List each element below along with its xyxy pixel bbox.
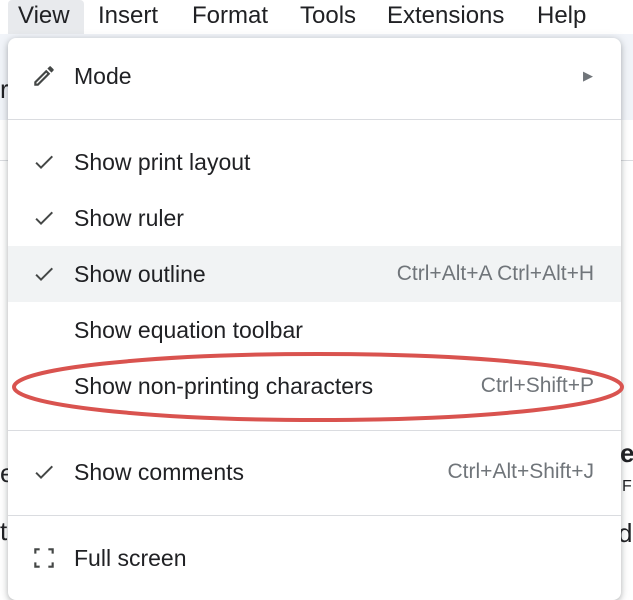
- shortcut-text: Ctrl+Shift+P: [480, 374, 594, 397]
- menubar-extensions[interactable]: Extensions: [377, 0, 514, 34]
- menu-item-label: Show non-printing characters: [74, 373, 374, 399]
- app-stage: r e t e F d View Insert Format Tools Ext…: [0, 0, 633, 600]
- check-icon: [30, 260, 58, 288]
- menu-item-mode[interactable]: Mode ▶: [8, 48, 621, 104]
- menu-separator: [8, 430, 621, 431]
- view-menu: Mode ▶ Show print layout Show ruler Show…: [8, 38, 621, 600]
- doc-fragment: e: [620, 438, 633, 468]
- menubar-format[interactable]: Format: [182, 0, 278, 34]
- menu-item-label: Show equation toolbar: [74, 317, 303, 343]
- check-icon: [30, 148, 58, 176]
- menu-item-show-ruler[interactable]: Show ruler: [8, 190, 621, 246]
- check-icon: [30, 458, 58, 486]
- menu-item-show-equation-toolbar[interactable]: Show equation toolbar: [8, 302, 621, 358]
- menubar-view[interactable]: View: [8, 0, 84, 34]
- menu-separator: [8, 119, 621, 120]
- menu-separator: [8, 515, 621, 516]
- shortcut-text: Ctrl+Alt+Shift+J: [447, 460, 594, 483]
- menu-item-label: Show ruler: [74, 205, 184, 231]
- doc-fragment: t: [0, 516, 8, 546]
- menubar-help[interactable]: Help: [527, 0, 596, 34]
- menu-item-full-screen[interactable]: Full screen: [8, 530, 621, 586]
- menu-item-show-outline[interactable]: Show outline Ctrl+Alt+A Ctrl+Alt+H: [8, 246, 621, 302]
- submenu-arrow-icon: ▶: [583, 68, 593, 83]
- menu-item-label: Show print layout: [74, 149, 251, 175]
- menu-item-show-print-layout[interactable]: Show print layout: [8, 134, 621, 190]
- menu-item-show-non-printing-characters[interactable]: Show non-printing characters Ctrl+Shift+…: [8, 358, 621, 414]
- menubar: View Insert Format Tools Extensions Help: [0, 0, 633, 34]
- menu-item-label: Full screen: [74, 545, 187, 571]
- menu-item-label: Mode: [74, 63, 132, 89]
- doc-fragment: F: [622, 478, 632, 495]
- menubar-insert[interactable]: Insert: [88, 0, 168, 34]
- pencil-icon: [30, 62, 58, 90]
- menu-item-label: Show outline: [74, 261, 206, 287]
- fullscreen-icon: [30, 544, 58, 572]
- menu-item-label: Show comments: [74, 459, 245, 485]
- menubar-tools[interactable]: Tools: [290, 0, 366, 34]
- shortcut-text: Ctrl+Alt+A Ctrl+Alt+H: [396, 262, 594, 285]
- menu-item-show-comments[interactable]: Show comments Ctrl+Alt+Shift+J: [8, 444, 621, 500]
- check-icon: [30, 204, 58, 232]
